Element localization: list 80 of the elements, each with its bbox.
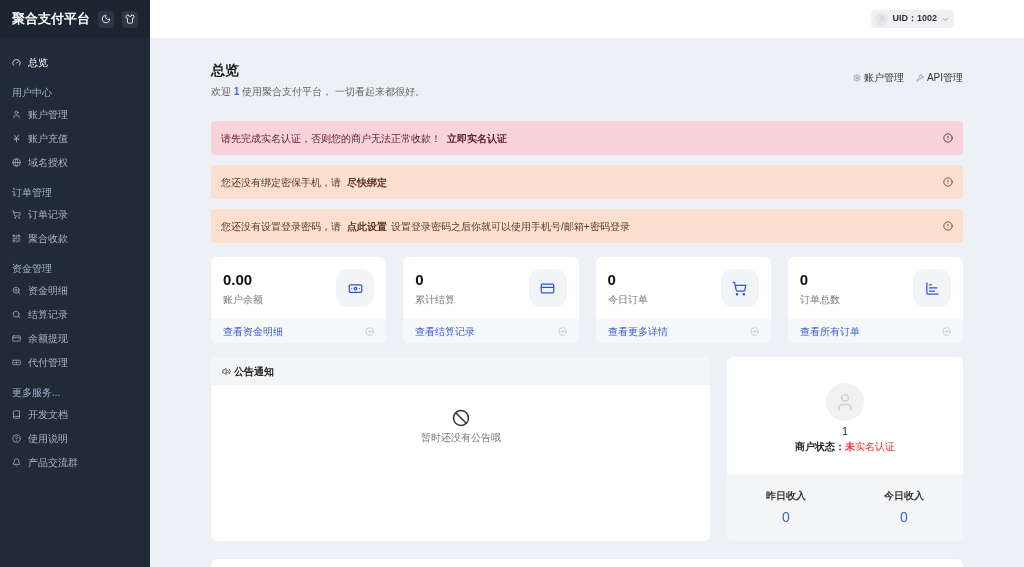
sidebar-item[interactable]: 账户管理 bbox=[12, 102, 138, 126]
merchant-id: 1 bbox=[842, 425, 848, 439]
alert-text: 您还没有设置登录密码，请 bbox=[221, 219, 341, 234]
stat-link[interactable]: 查看所有订单 bbox=[787, 319, 963, 343]
speaker-icon bbox=[222, 366, 231, 376]
zoom-icon bbox=[12, 285, 21, 295]
empty-text: 暂时还没有公告哦 bbox=[420, 431, 501, 445]
sidebar-item[interactable]: 结算记录 bbox=[12, 302, 138, 326]
status-label: 商户状态： bbox=[795, 440, 845, 454]
alert-link[interactable]: 尽快绑定 bbox=[347, 174, 387, 190]
stat-link[interactable]: 查看结算记录 bbox=[403, 319, 579, 343]
alert-icon bbox=[943, 221, 953, 231]
alert-text: 请先完成实名认证，否则您的商户无法正常收款！ bbox=[221, 131, 441, 146]
theme-button[interactable] bbox=[122, 10, 138, 28]
sidebar-item[interactable]: 产品交流群 bbox=[12, 450, 138, 474]
cart-icon bbox=[732, 280, 748, 296]
income-label: 今日收入 bbox=[884, 489, 924, 503]
wrench-icon bbox=[915, 73, 924, 82]
avatar-icon bbox=[826, 383, 864, 421]
search-icon bbox=[12, 309, 21, 319]
section-title: 更多服务... bbox=[12, 385, 62, 400]
alert-link[interactable]: 立即实名认证 bbox=[447, 130, 507, 146]
stat-link[interactable]: 查看资金明细 bbox=[211, 319, 387, 343]
sidebar-item[interactable]: 聚合收款 bbox=[12, 226, 138, 250]
card-icon bbox=[12, 333, 21, 343]
stat-link[interactable]: 查看更多详情 bbox=[595, 319, 771, 343]
book-icon bbox=[12, 409, 21, 419]
sidebar-item[interactable]: 账户充值 bbox=[12, 126, 138, 150]
sidebar-item[interactable]: 使用说明 bbox=[12, 426, 138, 450]
stat-label: 累计结算 bbox=[415, 292, 456, 307]
stat-label: 今日订单 bbox=[607, 292, 648, 307]
brand-title: 聚合支付平台 bbox=[12, 10, 90, 29]
stat-label: 账户余额 bbox=[223, 292, 263, 307]
sidebar-item[interactable]: 域名授权 bbox=[12, 150, 138, 174]
help-icon bbox=[12, 433, 21, 443]
alert-text: 您还没有绑定密保手机，请 bbox=[221, 175, 341, 190]
gear-icon bbox=[852, 73, 861, 82]
grid-icon bbox=[12, 233, 21, 243]
sidebar-item[interactable]: 订单记录 bbox=[12, 202, 138, 226]
banknote-icon bbox=[12, 357, 21, 367]
status-value: 未实名认证 bbox=[845, 440, 895, 454]
header-link[interactable]: 账户管理 bbox=[852, 70, 904, 85]
sidebar-item[interactable]: 总览 bbox=[12, 50, 138, 74]
sidebar-item[interactable]: 余额提现 bbox=[12, 326, 138, 350]
stat-value: 0 bbox=[607, 270, 617, 291]
stat-value: 0.00 bbox=[223, 270, 254, 291]
income-value: 0 bbox=[900, 508, 908, 527]
alert-icon bbox=[943, 177, 953, 187]
card-icon bbox=[540, 280, 555, 296]
stat-value: 0 bbox=[415, 270, 425, 291]
yen-icon bbox=[12, 133, 21, 143]
section-title: 资金管理 bbox=[12, 261, 53, 276]
welcome-text: 欢迎 1 使用聚合支付平台， 一切看起来都很好。 bbox=[211, 85, 425, 99]
moon-icon bbox=[101, 14, 111, 24]
stat-value: 0 bbox=[799, 270, 810, 291]
cart-icon bbox=[12, 209, 21, 219]
card-title: 公告通知 bbox=[234, 364, 274, 379]
dark-mode-button[interactable] bbox=[98, 10, 114, 28]
sidebar-item[interactable]: 代付管理 bbox=[12, 350, 138, 374]
section-title: 用户中心 bbox=[12, 85, 53, 100]
alert-link[interactable]: 点此设置 bbox=[347, 218, 387, 234]
empty-icon bbox=[451, 409, 470, 427]
income-value: 0 bbox=[782, 508, 790, 527]
user-icon bbox=[12, 109, 21, 119]
user-menu[interactable]: UID：1002 bbox=[871, 10, 954, 28]
bell-icon bbox=[12, 457, 21, 467]
page-title: 总览 bbox=[211, 61, 240, 80]
section-title: 订单管理 bbox=[12, 185, 53, 200]
stat-label: 订单总数 bbox=[799, 292, 840, 307]
sidebar-item[interactable]: 开发文档 bbox=[12, 402, 138, 426]
income-label: 昨日收入 bbox=[766, 489, 806, 503]
avatar-icon bbox=[875, 12, 889, 26]
header-link[interactable]: API管理 bbox=[915, 70, 963, 85]
globe-icon bbox=[12, 157, 21, 167]
shirt-icon bbox=[125, 14, 135, 24]
alert-icon bbox=[943, 133, 953, 143]
sidebar-item[interactable]: 资金明细 bbox=[12, 278, 138, 302]
gauge-icon bbox=[12, 57, 21, 67]
alert-text: 设置登录密码之后你就可以使用手机号/邮箱+密码登录 bbox=[391, 219, 630, 234]
bar-chart-icon bbox=[924, 280, 940, 296]
